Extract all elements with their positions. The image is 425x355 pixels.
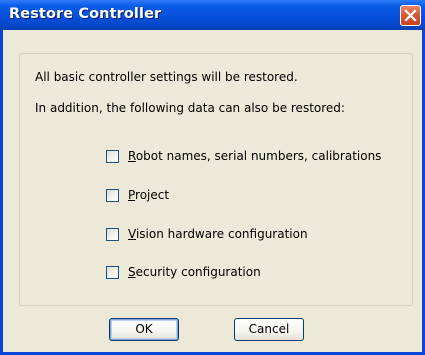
close-button[interactable] bbox=[400, 5, 421, 26]
vision-hardware-text: ision hardware configuration bbox=[135, 227, 308, 241]
info-line-2: In addition, the following data can also… bbox=[35, 101, 345, 115]
ok-button-label: OK bbox=[135, 322, 153, 336]
vision-hardware-accel: V bbox=[128, 227, 136, 241]
robot-names-label[interactable]: Robot names, serial numbers, calibration… bbox=[128, 149, 381, 163]
project-checkbox[interactable] bbox=[106, 189, 119, 202]
ok-button[interactable]: OK bbox=[109, 318, 179, 341]
option-project[interactable]: Project bbox=[106, 188, 226, 205]
cancel-button-label: Cancel bbox=[248, 322, 290, 336]
project-accel: P bbox=[128, 188, 136, 202]
robot-names-checkbox[interactable] bbox=[106, 150, 119, 163]
security-checkbox[interactable] bbox=[106, 266, 119, 279]
project-label[interactable]: Project bbox=[128, 188, 169, 202]
robot-names-accel: R bbox=[128, 149, 136, 163]
cancel-button[interactable]: Cancel bbox=[234, 318, 304, 341]
robot-names-text: obot names, serial numbers, calibrations bbox=[135, 149, 382, 163]
security-label[interactable]: Security configuration bbox=[128, 265, 261, 279]
options-group: All basic controller settings will be re… bbox=[19, 53, 413, 306]
project-text: roject bbox=[135, 188, 170, 202]
option-security[interactable]: Security configuration bbox=[106, 265, 306, 282]
close-icon bbox=[404, 9, 417, 22]
option-robot-names[interactable]: Robot names, serial numbers, calibration… bbox=[106, 149, 396, 166]
title-bar[interactable]: Restore Controller bbox=[0, 0, 425, 30]
restore-controller-dialog: Restore Controller All basic controller … bbox=[0, 0, 425, 355]
vision-hardware-label[interactable]: Vision hardware configuration bbox=[128, 227, 308, 241]
info-line-1: All basic controller settings will be re… bbox=[35, 70, 298, 84]
option-vision-hardware[interactable]: Vision hardware configuration bbox=[106, 227, 326, 244]
security-text: ecurity configuration bbox=[135, 265, 261, 279]
window-title: Restore Controller bbox=[9, 6, 162, 22]
dialog-body: All basic controller settings will be re… bbox=[3, 30, 422, 352]
vision-hardware-checkbox[interactable] bbox=[106, 228, 119, 241]
security-accel: S bbox=[128, 265, 136, 279]
